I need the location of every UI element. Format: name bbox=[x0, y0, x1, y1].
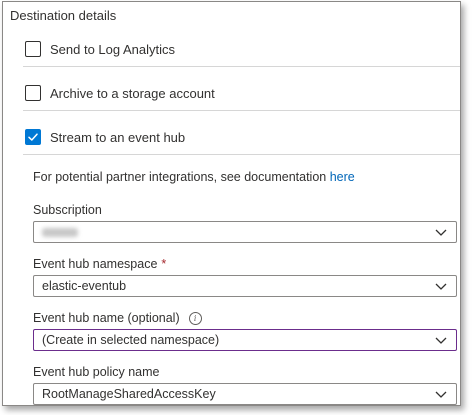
checkmark-icon bbox=[28, 133, 38, 141]
chevron-down-icon bbox=[435, 337, 447, 344]
subscription-value-obscured bbox=[42, 227, 78, 237]
log-analytics-checkbox[interactable] bbox=[25, 41, 41, 57]
event-hub-checkbox[interactable] bbox=[25, 129, 41, 145]
policy-label-text: Event hub policy name bbox=[33, 365, 160, 379]
storage-account-checkbox-row[interactable]: Archive to a storage account bbox=[25, 83, 215, 103]
chevron-down-icon bbox=[435, 229, 447, 236]
event-hub-label: Stream to an event hub bbox=[50, 129, 186, 145]
divider bbox=[23, 154, 460, 155]
namespace-value: elastic-eventub bbox=[42, 279, 127, 293]
partner-integrations-message: For potential partner integrations, see … bbox=[33, 170, 327, 184]
documentation-link[interactable]: here bbox=[330, 170, 355, 184]
info-icon[interactable]: i bbox=[188, 311, 202, 325]
policy-dropdown[interactable]: RootManageSharedAccessKey bbox=[33, 383, 457, 405]
divider bbox=[23, 110, 460, 111]
chevron-down-icon bbox=[435, 283, 447, 290]
event-hub-checkbox-row[interactable]: Stream to an event hub bbox=[25, 127, 185, 147]
namespace-dropdown[interactable]: elastic-eventub bbox=[33, 275, 457, 297]
storage-account-label: Archive to a storage account bbox=[50, 85, 215, 101]
hub-name-label-text: Event hub name (optional) bbox=[33, 311, 180, 325]
required-marker: * bbox=[161, 257, 167, 271]
section-title: Destination details bbox=[10, 8, 117, 23]
subscription-dropdown[interactable] bbox=[33, 221, 457, 243]
hub-name-label: Event hub name (optional) i bbox=[33, 311, 202, 325]
subscription-label-text: Subscription bbox=[33, 203, 102, 217]
partner-integrations-text: For potential partner integrations, see … bbox=[33, 170, 355, 184]
destination-details-panel: Destination details Send to Log Analytic… bbox=[2, 1, 461, 406]
log-analytics-label: Send to Log Analytics bbox=[50, 41, 176, 57]
hub-name-value: (Create in selected namespace) bbox=[42, 333, 220, 347]
storage-account-checkbox[interactable] bbox=[25, 85, 41, 101]
namespace-label-text: Event hub namespace bbox=[33, 257, 158, 271]
divider bbox=[23, 66, 460, 67]
log-analytics-checkbox-row[interactable]: Send to Log Analytics bbox=[25, 39, 175, 59]
hub-name-dropdown[interactable]: (Create in selected namespace) bbox=[33, 329, 457, 351]
namespace-label: Event hub namespace * bbox=[33, 257, 166, 271]
subscription-label: Subscription bbox=[33, 203, 102, 217]
chevron-down-icon bbox=[435, 391, 447, 398]
policy-label: Event hub policy name bbox=[33, 365, 159, 379]
policy-value: RootManageSharedAccessKey bbox=[42, 387, 216, 401]
